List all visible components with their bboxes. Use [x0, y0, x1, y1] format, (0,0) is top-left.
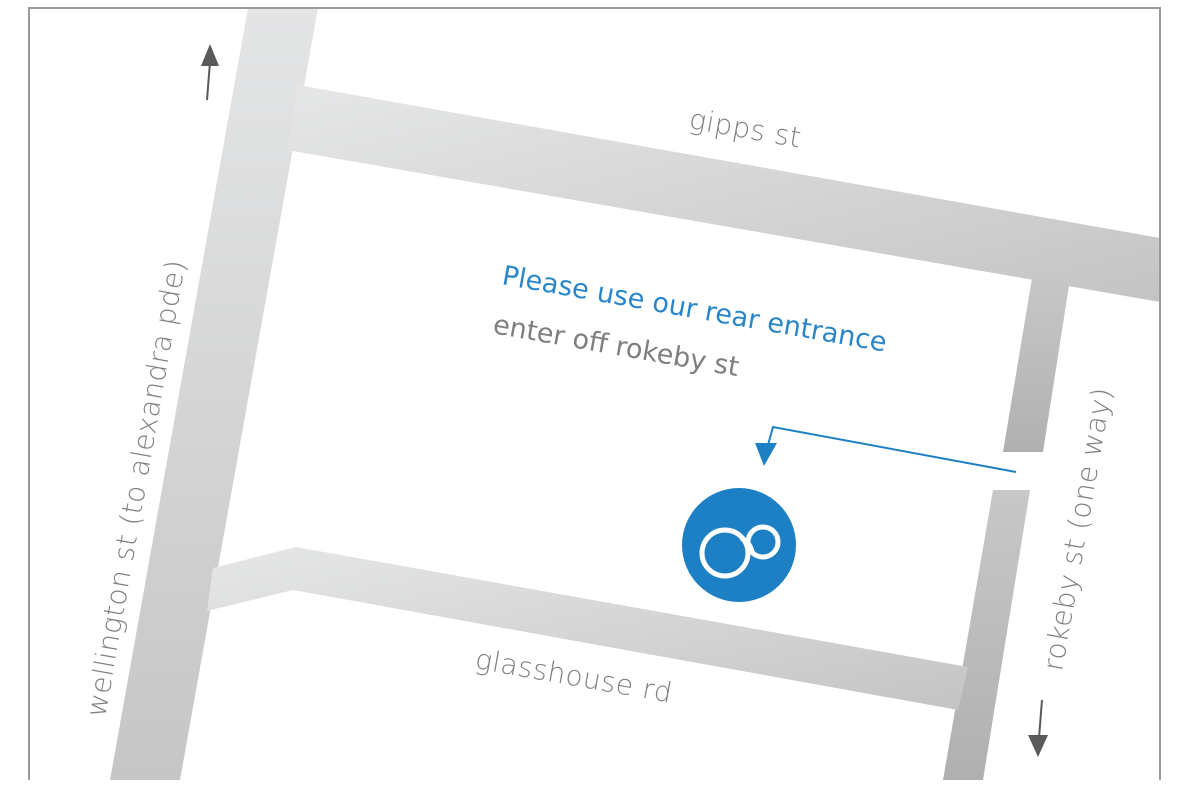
rokeby-st-road-upper [1003, 272, 1070, 452]
rokeby-st-label: rokeby st (one way) [1036, 385, 1118, 674]
rokeby-st-road-lower [943, 490, 1030, 780]
arrow-up-icon [201, 44, 219, 101]
arrow-bent-down-icon [755, 425, 1017, 473]
location-pin-icon[interactable] [682, 488, 796, 602]
map-canvas: gipps st wellington st (to alexandra pde… [28, 7, 1161, 780]
location-map: gipps st wellington st (to alexandra pde… [0, 0, 1179, 787]
arrow-down-icon [1028, 699, 1048, 757]
gipps-st-label: gipps st [687, 102, 804, 154]
